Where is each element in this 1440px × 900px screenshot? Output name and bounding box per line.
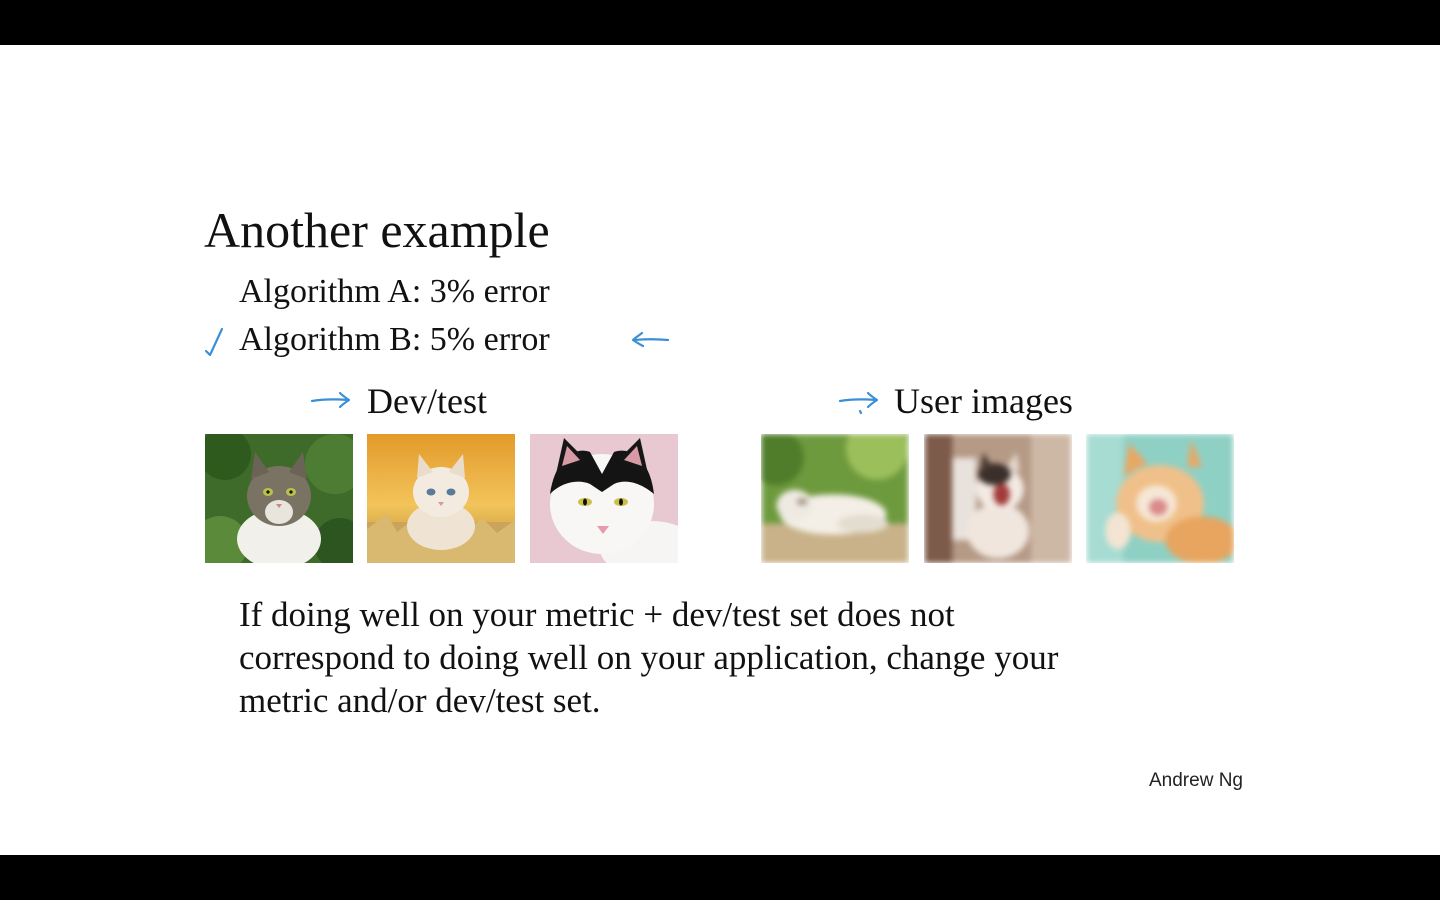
slide: Another example Algorithm A: 3% error Al… xyxy=(0,45,1440,855)
takeaway-line-1: If doing well on your metric + dev/test … xyxy=(239,595,955,634)
user-cat-image-3 xyxy=(1086,434,1234,563)
arrow-right-icon xyxy=(310,391,351,409)
dev-test-label: Dev/test xyxy=(367,381,487,421)
slide-title: Another example xyxy=(204,202,550,258)
checkmark-icon xyxy=(204,327,224,357)
dev-cat-image-2 xyxy=(367,434,515,563)
dev-cat-image-1 xyxy=(205,434,353,563)
takeaway-line-3: metric and/or dev/test set. xyxy=(239,681,601,720)
user-cat-image-2 xyxy=(924,434,1072,563)
algorithm-b-line: Algorithm B: 5% error xyxy=(239,321,550,358)
algorithm-a-line: Algorithm A: 3% error xyxy=(239,273,550,310)
takeaway-text: If doing well on your metric + dev/test … xyxy=(239,593,1239,722)
arrow-left-icon xyxy=(631,331,670,348)
user-cat-image-1 xyxy=(761,434,909,563)
dev-cat-image-3 xyxy=(530,434,678,563)
takeaway-line-2: correspond to doing well on your applica… xyxy=(239,638,1059,677)
author-credit: Andrew Ng xyxy=(1149,770,1243,791)
arrow-right-icon xyxy=(838,391,879,415)
user-images-label: User images xyxy=(894,381,1073,421)
